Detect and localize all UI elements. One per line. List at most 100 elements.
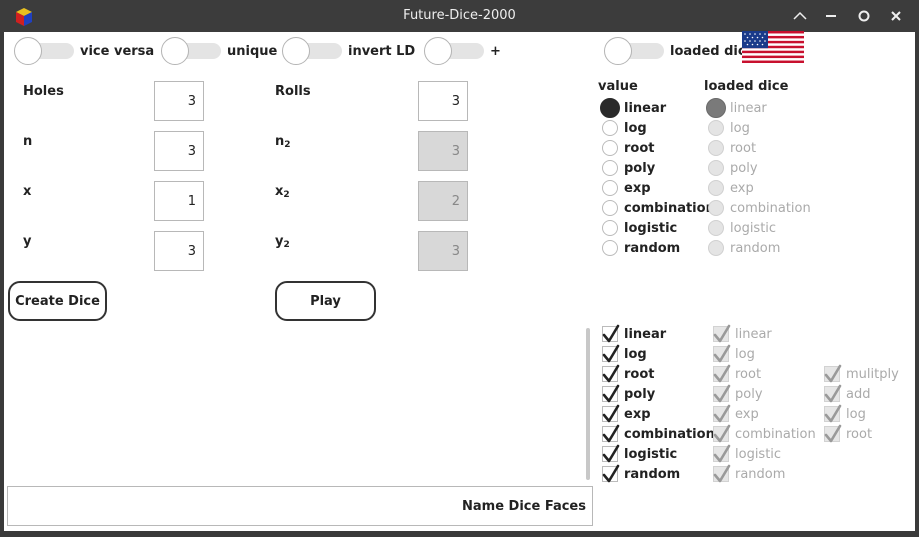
loaded-checkbox-combination: combination (713, 424, 816, 444)
loaded-radio-poly: poly (708, 158, 811, 178)
rolls-input[interactable]: 3 (418, 81, 468, 121)
main-panel: vice versa unique invert LD + loaded dic… (4, 31, 915, 531)
value-radio-button[interactable] (602, 220, 618, 236)
loaded-radio-button (708, 220, 724, 236)
loaded-radio-logistic: logistic (708, 218, 811, 238)
minimize-icon[interactable] (818, 6, 844, 26)
value-radio-root[interactable]: root (602, 138, 715, 158)
loaded-checkbox-random: random (713, 464, 816, 484)
loaded-radio-combination: combination (708, 198, 811, 218)
loaded-checkbox-label: poly (735, 386, 763, 402)
ops-checkbox-group: mulitply add log root (824, 364, 899, 444)
value-checkbox-log[interactable]: log (602, 344, 715, 364)
value-checkbox-random[interactable]: random (602, 464, 715, 484)
ops-checkbox-label: log (846, 406, 866, 422)
rolls-label: Rolls (275, 84, 311, 99)
value-radio-exp[interactable]: exp (602, 178, 715, 198)
value-radio-label: poly (624, 160, 656, 176)
n-label: n (23, 134, 33, 149)
value-checkbox-label: logistic (624, 446, 678, 462)
n2-input: 3 (418, 131, 468, 171)
value-checkbox-linear[interactable]: linear (602, 324, 715, 344)
value-radio-linear[interactable]: linear (600, 98, 715, 118)
n-input[interactable]: 3 (154, 131, 204, 171)
close-icon[interactable] (883, 6, 909, 26)
loaded-checkbox-exp: exp (713, 404, 816, 424)
create-dice-button[interactable]: Create Dice (8, 281, 107, 321)
dice-logo-icon (14, 7, 34, 27)
vice-versa-toggle[interactable]: vice versa (14, 37, 154, 65)
loaded-checkbox-label: root (735, 366, 762, 382)
loaded-radio-exp: exp (708, 178, 811, 198)
value-radio-button[interactable] (602, 160, 618, 176)
value-checkbox-label: poly (624, 386, 656, 402)
invert-ld-toggle[interactable]: invert LD (282, 37, 415, 65)
name-dice-faces-field[interactable]: Name Dice Faces (7, 486, 593, 526)
value-checkbox-label: log (624, 346, 647, 362)
value-checkbox-exp[interactable]: exp (602, 404, 715, 424)
value-radio-combination[interactable]: combination (602, 198, 715, 218)
unique-toggle[interactable]: unique (161, 37, 277, 65)
checkmark-icon[interactable] (602, 404, 620, 423)
loaded-radio-label: random (730, 240, 781, 256)
value-checkbox-root[interactable]: root (602, 364, 715, 384)
value-checkbox-poly[interactable]: poly (602, 384, 715, 404)
ops-checkbox-root: root (824, 424, 899, 444)
loaded-dice-toggle[interactable]: loaded dice (604, 37, 754, 65)
value-checkbox-group: linear log root poly exp combination logistic r… (602, 324, 715, 484)
value-radio-button[interactable] (602, 180, 618, 196)
checkmark-icon (824, 364, 842, 383)
checkmark-icon[interactable] (602, 344, 620, 363)
scrollbar[interactable] (586, 328, 590, 480)
n2-label: n2 (275, 134, 291, 150)
vice-versa-label: vice versa (80, 43, 155, 59)
value-checkbox-label: exp (624, 406, 651, 422)
y2-input: 3 (418, 231, 468, 271)
checkmark-icon[interactable] (602, 424, 620, 443)
x-input[interactable]: 1 (154, 181, 204, 221)
loaded-radio-button (708, 140, 724, 156)
maximize-icon[interactable] (851, 6, 877, 26)
checkmark-icon[interactable] (602, 464, 620, 483)
value-radio-random[interactable]: random (602, 238, 715, 258)
value-radio-label: random (624, 240, 681, 256)
value-radio-poly[interactable]: poly (602, 158, 715, 178)
x-label: x (23, 184, 32, 199)
loaded-radio-label: linear (730, 100, 767, 116)
value-checkbox-logistic[interactable]: logistic (602, 444, 715, 464)
collapse-icon[interactable] (787, 6, 813, 26)
loaded-dice-radio-group: linear log root poly exp combination logistic r… (706, 98, 811, 258)
checkmark-icon[interactable] (602, 364, 620, 383)
plus-toggle[interactable]: + (424, 37, 501, 65)
loaded-radio-label: poly (730, 160, 758, 176)
value-checkbox-combination[interactable]: combination (602, 424, 715, 444)
loaded-radio-button (708, 240, 724, 256)
value-radio-button[interactable] (602, 240, 618, 256)
checkmark-icon (824, 424, 842, 443)
value-radio-button[interactable] (602, 120, 618, 136)
checkmark-icon[interactable] (602, 444, 620, 463)
checkmark-icon (713, 424, 731, 443)
loaded-checkbox-logistic: logistic (713, 444, 816, 464)
value-radio-label: log (624, 120, 647, 136)
checkmark-icon[interactable] (602, 384, 620, 403)
x2-input: 2 (418, 181, 468, 221)
value-checkbox-label: combination (624, 426, 715, 442)
holes-input[interactable]: 3 (154, 81, 204, 121)
checkmark-icon (713, 464, 731, 483)
loaded-checkbox-label: linear (735, 326, 772, 342)
play-button[interactable]: Play (275, 281, 376, 321)
value-radio-button[interactable] (602, 140, 618, 156)
value-radio-logistic[interactable]: logistic (602, 218, 715, 238)
loaded-radio-button (708, 200, 724, 216)
y-input[interactable]: 3 (154, 231, 204, 271)
loaded-radio-linear: linear (706, 98, 811, 118)
loaded-radio-random: random (708, 238, 811, 258)
us-flag-icon[interactable] (742, 31, 804, 63)
value-radio-log[interactable]: log (602, 118, 715, 138)
value-radio-button[interactable] (602, 200, 618, 216)
value-checkbox-label: random (624, 466, 681, 482)
loaded-radio-button (706, 98, 726, 118)
value-radio-button[interactable] (600, 98, 620, 118)
checkmark-icon[interactable] (602, 324, 620, 343)
